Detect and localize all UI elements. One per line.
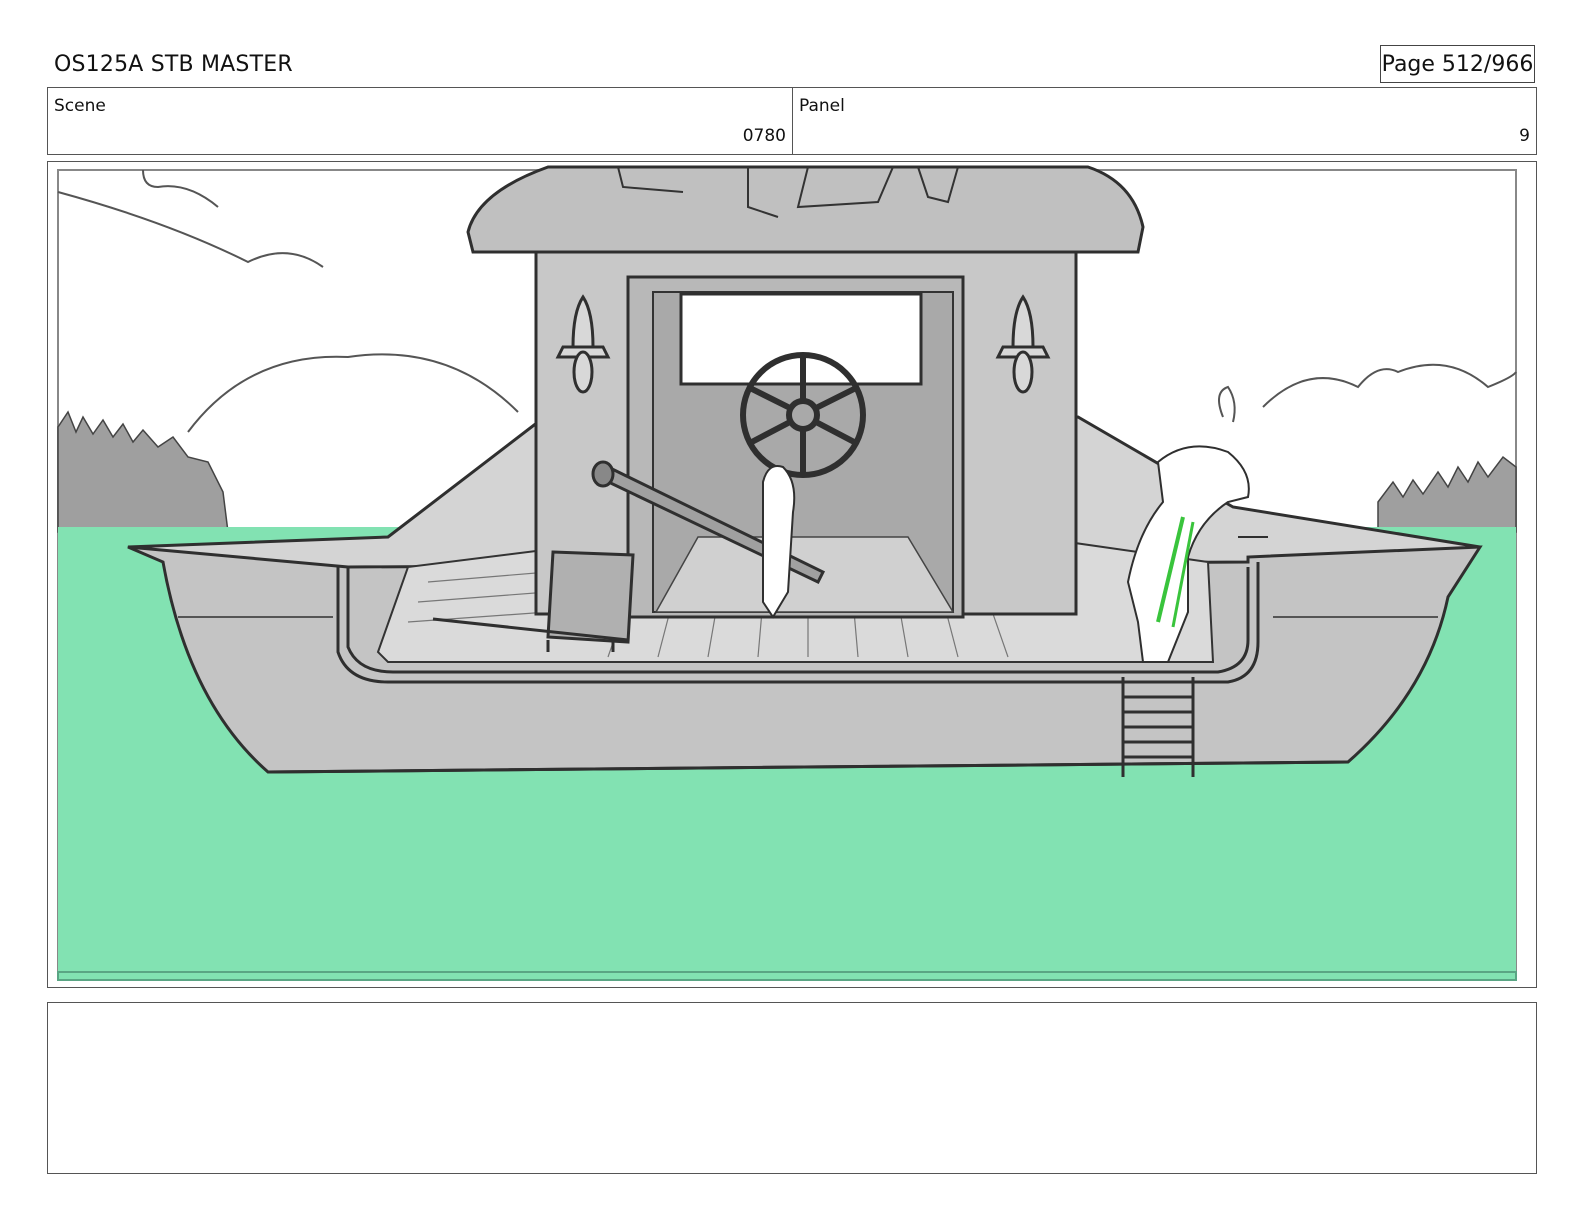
panel-label: Panel <box>799 96 845 116</box>
scene-label: Scene <box>54 96 106 116</box>
info-row: Scene 0780 Panel 9 <box>47 87 1537 155</box>
notes-box <box>47 1002 1537 1174</box>
panel-cell: Panel 9 <box>793 88 1536 154</box>
panel-value: 9 <box>1519 126 1530 146</box>
scene-cell: Scene 0780 <box>48 88 793 154</box>
page-number: Page 512/966 <box>1380 45 1535 83</box>
storyboard-drawing <box>57 165 1517 981</box>
storyboard-frame <box>47 161 1537 988</box>
document-title: OS125A STB MASTER <box>54 52 293 77</box>
scene-value: 0780 <box>742 126 786 146</box>
